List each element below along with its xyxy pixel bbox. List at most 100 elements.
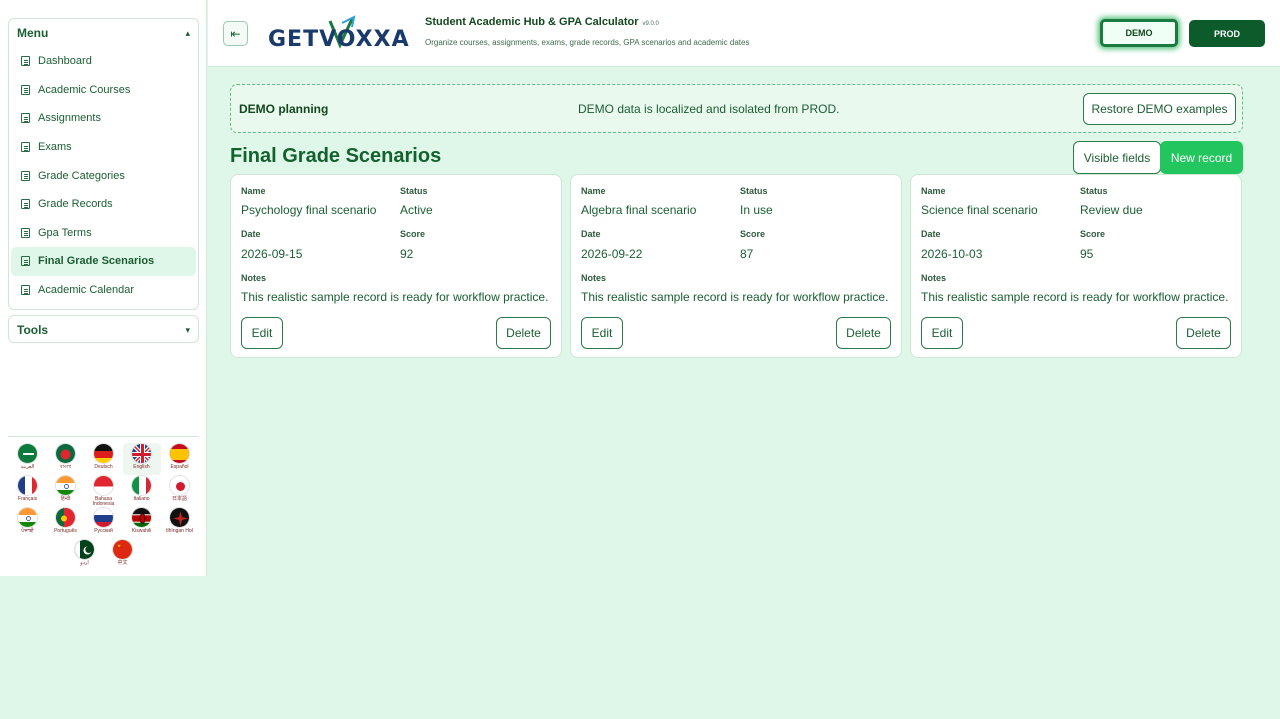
sidebar-item-assignments[interactable]: Assignments xyxy=(11,104,196,133)
top-bar: ⇤ GETVOXXA Student Academic Hub & GPA Ca… xyxy=(208,0,1280,67)
language-option[interactable]: Bahasa Indonesia xyxy=(85,475,123,507)
prod-mode-button[interactable]: PROD xyxy=(1189,20,1265,47)
notes-label: Notes xyxy=(921,273,947,283)
sa-flag-icon xyxy=(17,443,38,464)
language-option[interactable]: বাংলা xyxy=(47,443,85,475)
sidebar-item-final-grade-scenarios[interactable]: Final Grade Scenarios xyxy=(11,247,196,276)
app-subtitle: Organize courses, assignments, exams, gr… xyxy=(425,38,750,47)
sidebar-item-label: Exams xyxy=(38,141,72,154)
ru-flag-icon xyxy=(93,507,114,528)
edit-button[interactable]: Edit xyxy=(581,317,623,349)
language-option[interactable]: tlhIngan Hol xyxy=(161,507,199,539)
restore-demo-button[interactable]: Restore DEMO examples xyxy=(1083,93,1236,125)
language-option[interactable]: Español xyxy=(161,443,199,475)
chevron-down-icon[interactable]: ▾ xyxy=(185,325,190,336)
chevron-up-icon[interactable]: ▴ xyxy=(185,28,190,39)
language-label: English xyxy=(133,464,150,470)
language-option[interactable]: ਪੰਜਾਬੀ xyxy=(9,507,47,539)
gb-flag-icon xyxy=(131,443,152,464)
menu-header[interactable]: Menu ▴ xyxy=(9,19,198,47)
language-option[interactable]: 中文 xyxy=(104,539,142,571)
language-label: 中文 xyxy=(117,560,128,566)
banner-message: DEMO data is localized and isolated from… xyxy=(578,102,840,116)
demo-mode-button[interactable]: DEMO xyxy=(1100,19,1178,47)
sidebar-item-grade-records[interactable]: Grade Records xyxy=(11,190,196,219)
bd-flag-icon xyxy=(55,443,76,464)
language-label: বাংলা xyxy=(59,464,72,470)
language-option[interactable]: Italiano xyxy=(123,475,161,507)
language-label: Deutsch xyxy=(94,464,113,470)
notes-label: Notes xyxy=(241,273,267,283)
status-label: Status xyxy=(740,186,768,196)
sidebar-item-dashboard[interactable]: Dashboard xyxy=(11,47,196,76)
name-label: Name xyxy=(921,186,946,196)
language-option[interactable]: हिन्दी xyxy=(47,475,85,507)
notes-label: Notes xyxy=(581,273,607,283)
language-option[interactable]: 日本語 xyxy=(161,475,199,507)
record-status: Active xyxy=(400,203,433,217)
score-label: Score xyxy=(740,229,766,239)
language-option[interactable]: English xyxy=(122,443,161,475)
language-option[interactable]: Kiswahili xyxy=(123,507,161,539)
document-icon xyxy=(21,113,30,124)
date-label: Date xyxy=(241,229,261,239)
edit-button[interactable]: Edit xyxy=(921,317,963,349)
language-option[interactable]: اردو xyxy=(66,539,104,571)
new-record-button[interactable]: New record xyxy=(1160,141,1243,174)
in-flag-icon xyxy=(55,475,76,496)
visible-fields-button[interactable]: Visible fields xyxy=(1073,141,1161,174)
record-card: Name Science final scenario Status Review d… xyxy=(910,174,1242,358)
record-notes: This realistic sample record is ready fo… xyxy=(241,290,549,304)
menu-title: Menu xyxy=(17,26,49,40)
language-option[interactable]: Français xyxy=(9,475,47,507)
language-label: العربية xyxy=(20,464,35,470)
language-option[interactable]: Русский xyxy=(85,507,123,539)
record-status: Review due xyxy=(1080,203,1143,217)
tools-panel[interactable]: Tools ▾ xyxy=(8,315,199,343)
collapse-sidebar-button[interactable]: ⇤ xyxy=(223,21,248,46)
sidebar-item-label: Gpa Terms xyxy=(38,226,92,239)
record-name: Algebra final scenario xyxy=(581,203,697,217)
language-label: 日本語 xyxy=(171,496,187,502)
edit-button[interactable]: Edit xyxy=(241,317,283,349)
score-label: Score xyxy=(1080,229,1106,239)
language-label: اردو xyxy=(80,560,89,566)
logo-text: GETVOXXA xyxy=(268,27,410,52)
fr-flag-icon xyxy=(17,475,38,496)
menu-items: Dashboard Academic Courses Assignments Exam… xyxy=(9,47,198,304)
language-option[interactable]: Português xyxy=(47,507,85,539)
delete-button[interactable]: Delete xyxy=(836,317,891,349)
status-label: Status xyxy=(1080,186,1108,196)
document-icon xyxy=(21,285,30,296)
pk-flag-icon xyxy=(74,539,95,560)
record-notes: This realistic sample record is ready fo… xyxy=(921,290,1229,304)
record-score: 95 xyxy=(1080,247,1094,261)
record-score: 87 xyxy=(740,247,754,261)
language-label: Kiswahili xyxy=(131,528,152,534)
delete-button[interactable]: Delete xyxy=(1176,317,1231,349)
sidebar-item-academic-calendar[interactable]: Academic Calendar xyxy=(11,276,196,305)
record-card: Name Psychology final scenario Status Activ… xyxy=(230,174,562,358)
sidebar-item-exams[interactable]: Exams xyxy=(11,133,196,162)
language-selector: العربية বাংলা Deutsch English Español Françai… xyxy=(8,436,199,571)
sidebar-item-gpa-terms[interactable]: Gpa Terms xyxy=(11,219,196,248)
language-option[interactable]: العربية xyxy=(9,443,47,475)
record-date: 2026-09-22 xyxy=(581,247,643,261)
ke-flag-icon xyxy=(131,507,152,528)
it-flag-icon xyxy=(131,475,152,496)
record-name: Psychology final scenario xyxy=(241,203,377,217)
record-card: Name Algebra final scenario Status In use Da… xyxy=(570,174,902,358)
language-label: Русский xyxy=(94,528,113,534)
tools-title: Tools xyxy=(17,323,49,337)
sidebar-item-label: Grade Records xyxy=(38,198,113,211)
sidebar-item-grade-categories[interactable]: Grade Categories xyxy=(11,161,196,190)
kl-flag-icon xyxy=(169,507,190,528)
sidebar-item-label: Grade Categories xyxy=(38,169,125,182)
record-notes: This realistic sample record is ready fo… xyxy=(581,290,889,304)
tools-header[interactable]: Tools ▾ xyxy=(9,316,198,344)
record-status: In use xyxy=(740,203,773,217)
delete-button[interactable]: Delete xyxy=(496,317,551,349)
de-flag-icon xyxy=(93,443,114,464)
language-option[interactable]: Deutsch xyxy=(85,443,123,475)
sidebar-item-academic-courses[interactable]: Academic Courses xyxy=(11,76,196,105)
